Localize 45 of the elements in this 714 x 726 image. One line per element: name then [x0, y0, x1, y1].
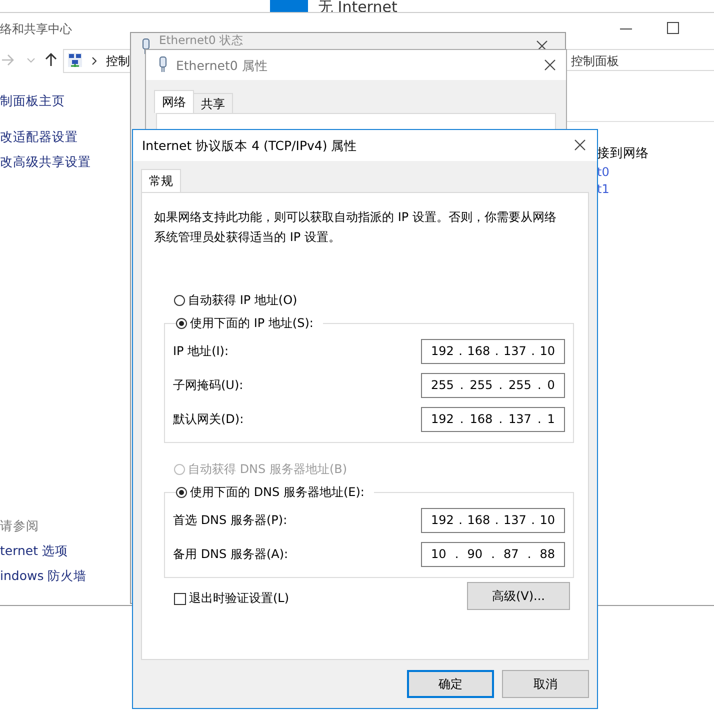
sidebar-link[interactable]: 制面板主页 — [0, 93, 65, 110]
field-label: 备用 DNS 服务器(A): — [173, 546, 288, 562]
sidebar-link[interactable]: ternet 选项 — [0, 543, 68, 560]
input-field[interactable]: 10 . 90 . 87 . 88 — [421, 542, 565, 566]
window-title: Ethernet0 属性 — [176, 58, 268, 75]
field-label: 首选 DNS 服务器(P): — [173, 512, 288, 528]
network-link[interactable]: t1 — [597, 182, 610, 196]
radio-button[interactable]: 自动获得 IP 地址(O) — [174, 292, 298, 309]
dialog-button[interactable]: 取消 — [502, 670, 589, 698]
field-label: IP 地址(I): — [173, 342, 229, 360]
tab[interactable]: 共享 — [193, 93, 233, 113]
radio-button[interactable]: 使用下面的 DNS 服务器地址(E): — [176, 484, 364, 501]
window-title: 络和共享中心 — [0, 21, 72, 38]
plug-icon — [141, 38, 151, 55]
network-icon — [68, 53, 82, 67]
input-field[interactable]: 255 . 255 . 255 . 0 — [421, 372, 565, 398]
window-title: Ethernet0 状态 — [159, 34, 244, 47]
description-text: 如果网络支持此功能，则可以获取自动指派的 IP 设置。否则，你需要从网络系统管理员处获得适当的 IP 设置。 — [154, 209, 558, 246]
input-field[interactable]: 192 . 168 . 137 . 10 — [421, 508, 565, 532]
radio-button[interactable]: 使用下面的 IP 地址(S): — [176, 315, 314, 332]
section-heading: 接到网络 — [597, 145, 649, 162]
close-icon[interactable] — [536, 40, 548, 52]
advanced-button[interactable]: 高级(V)... — [467, 582, 570, 610]
chevron-right-icon — [92, 57, 97, 65]
sidebar-link[interactable]: indows 防火墙 — [0, 568, 87, 585]
sidebar-link[interactable]: 改适配器设置 — [0, 129, 78, 146]
close-icon[interactable] — [574, 139, 586, 151]
window-title: Internet 协议版本 4 (TCP/IPv4) 属性 — [142, 138, 358, 155]
section-heading: 请参阅 — [0, 518, 39, 535]
plug-icon — [158, 56, 168, 73]
input-field[interactable]: 192 . 168 . 137 . 1 — [421, 406, 565, 432]
tab[interactable]: 常规 — [141, 169, 181, 192]
field-label: 默认网关(D): — [173, 410, 244, 428]
checkbox[interactable]: 退出时验证设置(L) — [174, 590, 290, 607]
input-field[interactable]: 192 . 168 . 137 . 10 — [421, 338, 565, 364]
sidebar-link[interactable]: 改高级共享设置 — [0, 154, 91, 171]
tab[interactable]: 网络 — [154, 90, 194, 113]
maximize-icon[interactable] — [667, 22, 679, 34]
network-tile — [270, 0, 308, 12]
dialog-button[interactable]: 确定 — [407, 670, 494, 698]
breadcrumb[interactable]: 控制 — [106, 53, 130, 70]
close-icon[interactable] — [544, 59, 556, 71]
up-arrow-icon[interactable] — [45, 53, 57, 66]
field-label: 子网掩码(U): — [173, 376, 244, 394]
network-link[interactable]: t0 — [597, 165, 610, 179]
